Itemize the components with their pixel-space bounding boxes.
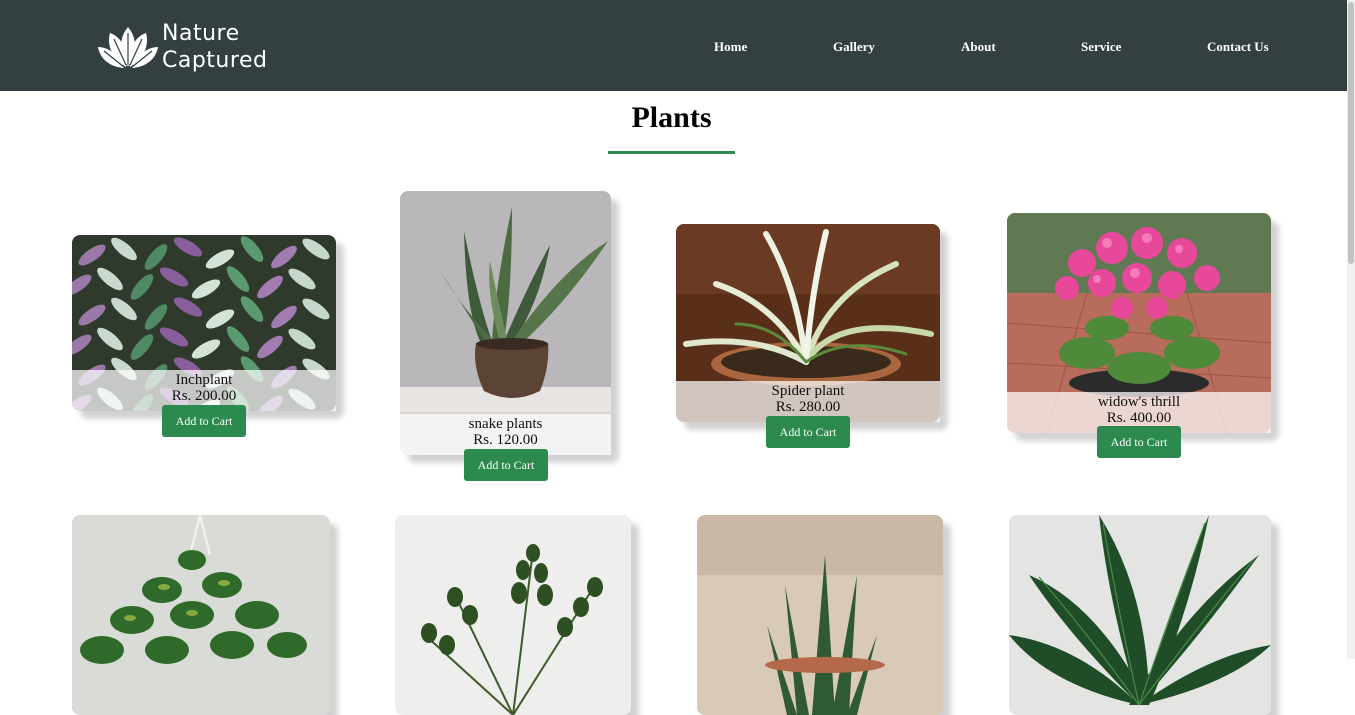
nav-service-link[interactable]: Service xyxy=(1081,39,1121,55)
product-price: Rs. 120.00 xyxy=(473,432,538,448)
product-card-peace-lily xyxy=(1009,515,1271,715)
nav-home-link[interactable]: Home xyxy=(714,39,747,55)
page-title: Plants xyxy=(631,101,712,134)
leaf-icon xyxy=(98,27,158,68)
product-price: Rs. 200.00 xyxy=(171,388,237,404)
scrollbar-thumb[interactable] xyxy=(1348,2,1354,264)
nav-gallery-link[interactable]: Gallery xyxy=(833,39,875,55)
product-image-haworthia xyxy=(697,515,943,715)
nav-contact-link[interactable]: Contact Us xyxy=(1207,39,1269,55)
product-name: snake plants xyxy=(468,416,543,432)
product-card-snake-plants: snake plants Rs. 120.00 Add to Cart xyxy=(400,191,611,481)
brand-line-2: Captured xyxy=(162,48,268,73)
product-image-zz-plant xyxy=(395,515,631,715)
add-to-cart-button[interactable]: Add to Cart xyxy=(162,405,246,437)
page-scrollbar[interactable] xyxy=(1347,0,1355,659)
product-card-pothos xyxy=(72,515,330,715)
brand-logo[interactable]: Nature Captured xyxy=(96,20,276,74)
product-price: Rs. 400.00 xyxy=(1106,410,1172,426)
add-to-cart-button[interactable]: Add to Cart xyxy=(1097,426,1181,458)
product-image-peace-lily xyxy=(1009,515,1271,715)
product-price: Rs. 280.00 xyxy=(775,399,841,415)
product-card-zz-plant xyxy=(395,515,631,715)
add-to-cart-button[interactable]: Add to Cart xyxy=(766,416,850,448)
product-image-pothos xyxy=(72,515,330,715)
navbar: Nature Captured Home Gallery About Servi… xyxy=(0,0,1347,91)
product-name: Inchplant xyxy=(175,372,233,388)
brand-line-1: Nature xyxy=(162,21,240,46)
nav-about-link[interactable]: About xyxy=(961,39,996,55)
product-card-haworthia xyxy=(697,515,943,715)
product-card-inchplant: Inchplant Rs. 200.00 Add to Cart xyxy=(72,235,336,437)
product-card-widows-thrill: widow's thrill Rs. 400.00 Add to Cart xyxy=(1007,213,1271,458)
add-to-cart-button[interactable]: Add to Cart xyxy=(464,449,548,481)
brand-name: Nature Captured xyxy=(162,20,267,74)
product-name: widow's thrill xyxy=(1097,394,1181,410)
product-name: Spider plant xyxy=(771,383,845,399)
product-card-spider-plant: Spider plant Rs. 280.00 Add to Cart xyxy=(676,224,940,448)
title-underline xyxy=(608,151,735,154)
